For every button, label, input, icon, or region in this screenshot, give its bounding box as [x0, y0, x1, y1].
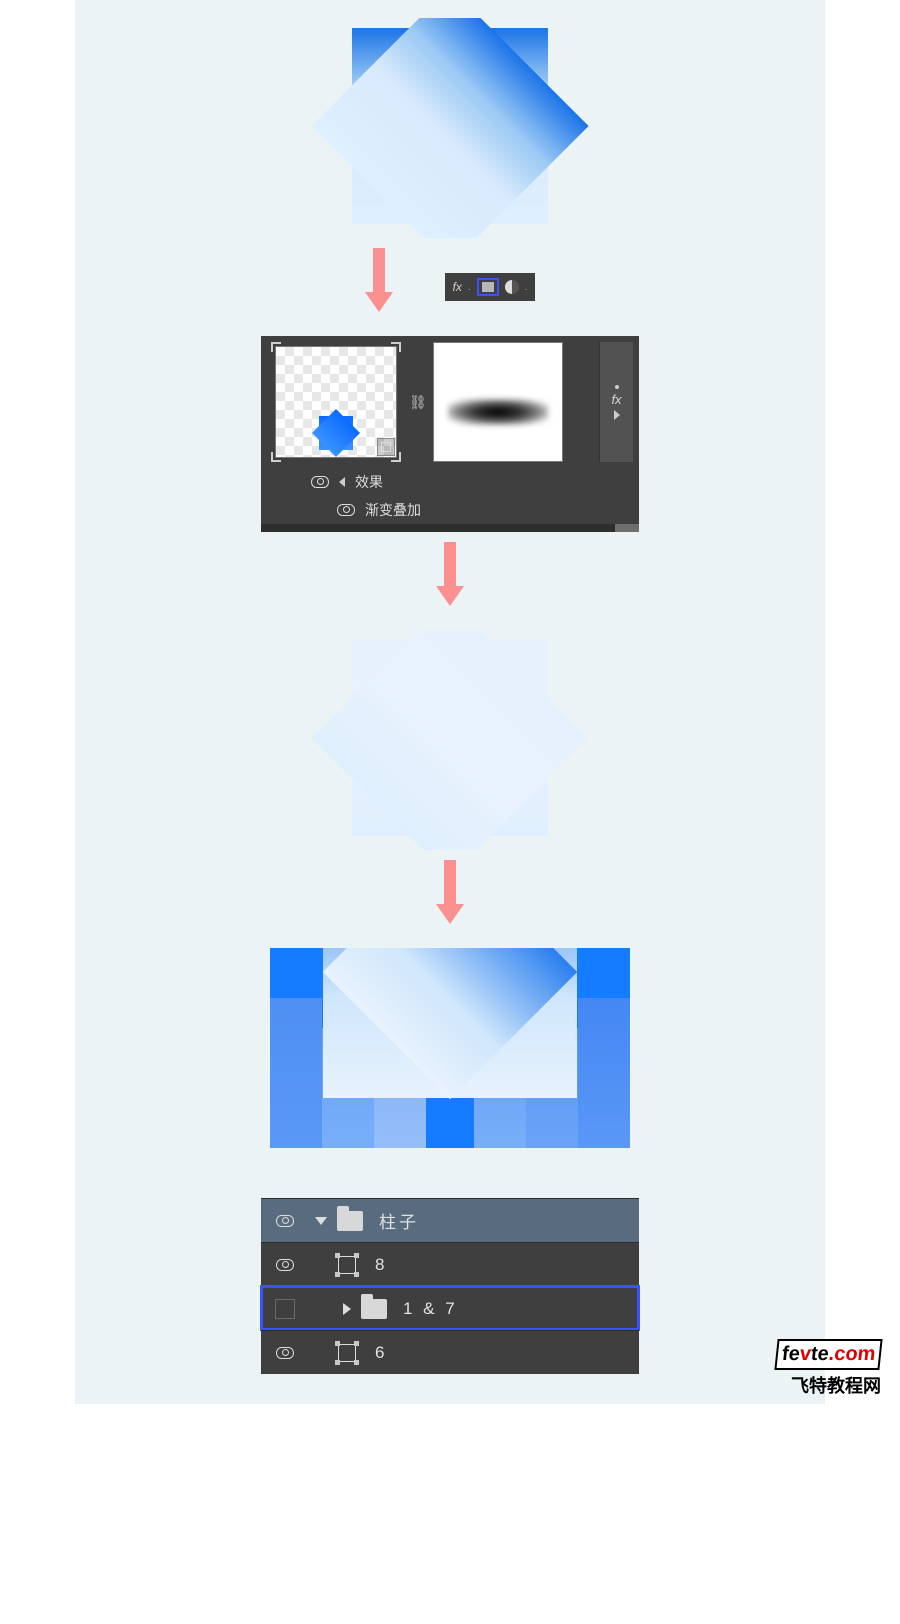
arrow-down-3 — [436, 904, 464, 924]
layer-row-8[interactable]: 8 — [261, 1242, 639, 1286]
eye-icon[interactable] — [337, 504, 355, 516]
vector-shape-icon — [335, 1253, 359, 1277]
effects-row[interactable]: 效果 — [261, 468, 639, 496]
eye-icon[interactable] — [276, 1347, 294, 1359]
layer-group-row[interactable]: 柱子 — [261, 1198, 639, 1242]
gradient-overlay-row[interactable]: 渐变叠加 — [261, 496, 639, 524]
vector-shape-icon — [335, 1341, 359, 1365]
arrow-down-2 — [436, 586, 464, 606]
vector-path-badge-icon — [377, 438, 395, 456]
fx-label: fx — [453, 280, 462, 294]
add-mask-button[interactable] — [477, 278, 499, 296]
fx-mini-toolbar: fx . . — [445, 273, 536, 301]
folder-icon — [361, 1299, 387, 1319]
eye-icon[interactable] — [276, 1215, 294, 1227]
adjustment-icon[interactable] — [505, 280, 519, 294]
arrow-down-1 — [365, 292, 393, 312]
layer-label: 6 — [375, 1343, 387, 1363]
layer-row-1-7[interactable]: 1 & 7 — [261, 1286, 639, 1330]
layer-row-6[interactable]: 6 — [261, 1330, 639, 1374]
layer-thumbnail[interactable] — [271, 342, 401, 462]
eye-icon[interactable] — [276, 1259, 294, 1271]
star-gradient-1 — [270, 18, 630, 238]
panel-scrollbar[interactable] — [261, 524, 639, 532]
group-name: 柱子 — [379, 1208, 419, 1233]
wm-sub: 飞特教程网 — [776, 1372, 881, 1398]
mask-thumbnail[interactable] — [433, 342, 563, 462]
collapse-triangle-icon — [339, 477, 345, 487]
dot-icon: . — [468, 282, 471, 293]
link-icon[interactable]: ⛓ — [409, 394, 425, 411]
chevron-right-icon — [614, 410, 620, 420]
visibility-off-icon[interactable] — [275, 1299, 295, 1319]
mask-smudge-icon — [448, 399, 548, 425]
wm-a: fe — [780, 1343, 800, 1365]
chevron-right-icon[interactable] — [343, 1303, 351, 1315]
folder-icon — [337, 1211, 363, 1231]
star-shape-icon — [307, 412, 367, 452]
layer-label: 8 — [375, 1255, 387, 1275]
fx-side-label: fx — [611, 392, 621, 407]
result-3d-block — [270, 948, 630, 1148]
gradient-overlay-label: 渐变叠加 — [365, 500, 421, 520]
star-gradient-faint — [270, 630, 630, 850]
eye-icon[interactable] — [311, 476, 329, 488]
layer-mask-panel: ⛓ fx 效果 渐变叠加 — [261, 336, 639, 532]
watermark: fevte.com 飞特教程网 — [776, 1339, 881, 1398]
effects-label: 效果 — [355, 472, 383, 492]
fx-sidebar[interactable]: fx — [599, 342, 633, 462]
layer-label: 1 & 7 — [403, 1299, 458, 1319]
chevron-down-icon[interactable] — [315, 1217, 327, 1225]
wm-c: te — [809, 1343, 829, 1365]
dot-icon: . — [525, 282, 528, 293]
layers-panel: 柱子 8 1 & 7 — [261, 1198, 639, 1374]
wm-d: .com — [827, 1343, 876, 1365]
